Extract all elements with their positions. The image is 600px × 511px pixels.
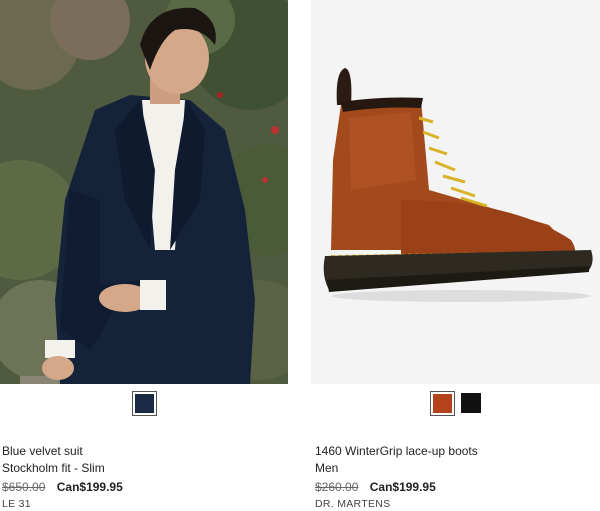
original-price: $260.00: [315, 480, 359, 494]
original-price: $650.00: [2, 480, 46, 494]
product-image-suit[interactable]: [0, 0, 288, 384]
product-card-boots[interactable]: 1460 WinterGrip lace-up boots Men $260.0…: [311, 0, 600, 511]
product-title[interactable]: Blue velvet suit: [2, 443, 282, 460]
product-info-boots[interactable]: 1460 WinterGrip lace-up boots Men $260.0…: [315, 443, 595, 511]
swatch-chip-black: [461, 393, 481, 413]
color-swatches-boots: [311, 391, 600, 417]
product-subtitle: Stockholm fit - Slim: [2, 461, 105, 475]
product-card-suit[interactable]: Blue velvet suit Stockholm fit - Slim $6…: [0, 0, 288, 511]
brand-name: DR. MARTENS: [315, 498, 391, 510]
leather-boot-photo: [311, 0, 600, 384]
swatch-tan[interactable]: [430, 391, 455, 416]
swatch-chip-navy: [134, 394, 154, 413]
brand-name: LE 31: [2, 498, 31, 510]
sale-price: Can$199.95: [369, 480, 436, 494]
sale-price: Can$199.95: [56, 480, 123, 494]
product-subtitle: Men: [315, 461, 339, 475]
price-block: $650.00 Can$199.95: [2, 478, 282, 496]
swatch-chip-tan: [433, 394, 452, 413]
product-info-suit[interactable]: Blue velvet suit Stockholm fit - Slim $6…: [2, 443, 282, 511]
swatch-black[interactable]: [461, 393, 481, 413]
product-grid: Blue velvet suit Stockholm fit - Slim $6…: [0, 0, 600, 511]
price-block: $260.00 Can$199.95: [315, 478, 595, 496]
product-title[interactable]: 1460 WinterGrip lace-up boots: [315, 443, 595, 460]
color-swatches-suit: [0, 391, 288, 417]
swatch-navy[interactable]: [131, 391, 157, 416]
product-image-boots[interactable]: [311, 0, 600, 384]
velvet-suit-photo: [0, 0, 288, 384]
